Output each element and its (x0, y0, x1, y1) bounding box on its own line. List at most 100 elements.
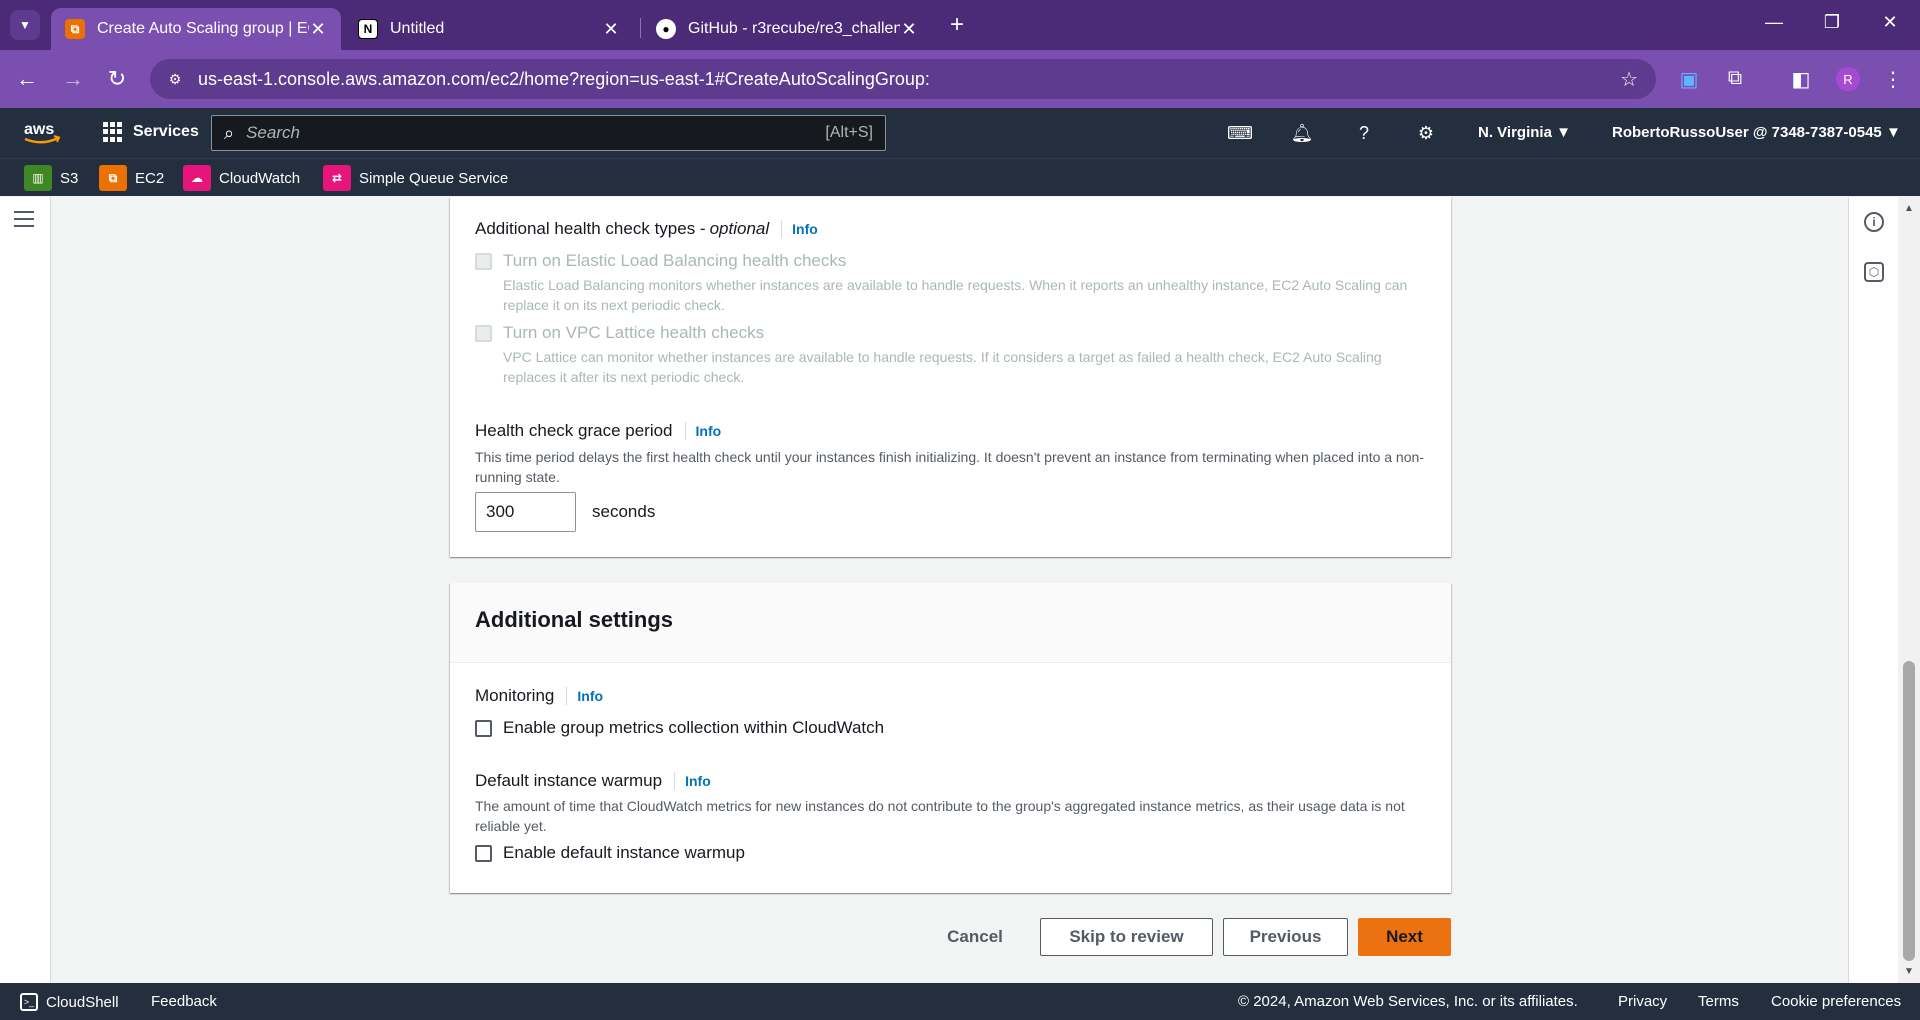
page-scrollbar[interactable]: ▲ ▼ (1898, 197, 1920, 983)
label-text: Health check grace period (475, 421, 673, 440)
tab-create-auto-scaling[interactable]: ⧉ Create Auto Scaling group | EC2 ✕ (51, 8, 341, 50)
privacy-link[interactable]: Privacy (1618, 993, 1667, 1010)
grace-period-label: Health check grace period Info (475, 421, 721, 441)
optional-text: optional (709, 219, 770, 238)
search-input[interactable]: ⌕ Search [Alt+S] (211, 115, 886, 151)
cloudshell-icon[interactable]: ⌨ (1227, 121, 1253, 145)
settings-gear-icon[interactable]: ⚙ (1414, 121, 1438, 145)
terms-link[interactable]: Terms (1698, 993, 1739, 1010)
favorite-cloudwatch[interactable]: ☁ CloudWatch (183, 165, 300, 191)
grace-period-input[interactable]: 300 (475, 492, 576, 532)
scroll-down-arrow-icon[interactable]: ▼ (1904, 966, 1914, 977)
elb-health-check-checkbox[interactable] (475, 253, 492, 270)
bookmark-star-icon[interactable]: ☆ (1620, 67, 1638, 92)
account-menu[interactable]: RobertoRussoUser @ 7348-7387-0545 ▼ (1612, 124, 1901, 141)
screen-capture-icon[interactable]: ▣ (1676, 67, 1702, 92)
favorite-label: S3 (60, 169, 79, 187)
window-close-icon[interactable]: ✕ (1878, 12, 1902, 33)
info-link[interactable]: Info (566, 687, 603, 705)
skip-to-review-button[interactable]: Skip to review (1040, 918, 1213, 956)
close-icon[interactable]: ✕ (602, 19, 620, 40)
vpc-lattice-checkbox[interactable] (475, 325, 492, 342)
favorite-label: CloudWatch (219, 169, 301, 187)
help-icon[interactable]: ? (1352, 121, 1376, 145)
notifications-bell-icon[interactable]: 🔔︎ (1290, 121, 1314, 145)
next-button[interactable]: Next (1358, 918, 1451, 956)
favorite-ec2[interactable]: ⧉ EC2 (99, 165, 164, 191)
info-link[interactable]: Info (781, 220, 818, 238)
health-checks-panel: Additional health check types - optional… (450, 197, 1451, 557)
group-metrics-label[interactable]: Enable group metrics collection within C… (503, 718, 884, 738)
grace-period-desc: This time period delays the first health… (475, 449, 1424, 485)
services-label: Services (133, 123, 199, 140)
reload-icon[interactable]: ↻ (104, 66, 130, 92)
favorite-label: Simple Queue Service (359, 169, 509, 187)
search-shortcut: [Alt+S] (825, 124, 873, 141)
s3-bucket-icon: ▥ (24, 165, 52, 191)
label-text: Additional health check types - (475, 219, 706, 238)
label-text: Monitoring (475, 686, 555, 705)
search-icon: ⌕ (224, 122, 235, 143)
cloudshell-label: CloudShell (46, 993, 119, 1011)
feedback-link[interactable]: Feedback (151, 993, 217, 1010)
tab-title: Create Auto Scaling group | EC2 (97, 20, 309, 37)
minimize-icon[interactable]: — (1762, 12, 1786, 33)
cookie-preferences-link[interactable]: Cookie preferences (1771, 993, 1901, 1010)
favorite-s3[interactable]: ▥ S3 (24, 165, 78, 191)
forward-arrow-icon[interactable]: → (60, 66, 86, 92)
tab-title: GitHub - r3recube/re3_challeng (688, 20, 900, 37)
scroll-thumb[interactable] (1903, 661, 1915, 961)
cloudshell-link[interactable]: >_ CloudShell (20, 993, 119, 1011)
extensions-puzzle-icon[interactable]: ⧉ (1722, 67, 1748, 90)
new-tab-plus-icon[interactable]: + (950, 12, 964, 38)
favorites-bar: ▥ S3 ⧉ EC2 ☁ CloudWatch ⇄ Simple Queue S… (0, 158, 1920, 196)
restore-icon[interactable]: ❐ (1820, 12, 1844, 33)
browser-toolbar: ← → ↻ ⚙ us-east-1.console.aws.amazon.com… (0, 50, 1920, 108)
elb-health-check-desc: Elastic Load Balancing monitors whether … (503, 277, 1408, 313)
close-icon[interactable]: ✕ (309, 19, 327, 40)
caret-down-icon: ▼ (1885, 124, 1901, 141)
info-link[interactable]: Info (684, 422, 721, 440)
previous-button[interactable]: Previous (1223, 918, 1348, 956)
side-panel-icon[interactable]: ◧ (1788, 67, 1814, 92)
ec2-icon: ⧉ (99, 165, 127, 191)
back-arrow-icon[interactable]: ← (14, 66, 40, 92)
favorite-sqs[interactable]: ⇄ Simple Queue Service (323, 165, 508, 191)
group-metrics-option: Enable group metrics collection within C… (475, 718, 884, 738)
tab-github[interactable]: ● GitHub - r3recube/re3_challeng ✕ (642, 8, 932, 50)
warmup-checkbox-label[interactable]: Enable default instance warmup (503, 843, 745, 863)
vpc-lattice-title: Turn on VPC Lattice health checks (503, 323, 765, 342)
caret-down-icon: ▼ (1556, 124, 1571, 141)
tab-list-chevron-icon[interactable]: ▼ (10, 10, 40, 40)
github-icon: ● (656, 19, 676, 39)
warmup-checkbox[interactable] (475, 845, 492, 862)
menu-kebab-icon[interactable]: ⋮ (1880, 67, 1906, 92)
info-link[interactable]: Info (674, 772, 711, 790)
close-icon[interactable]: ✕ (900, 19, 918, 40)
right-tools-rail: i ⬡ (1848, 197, 1898, 983)
group-metrics-checkbox[interactable] (475, 720, 492, 737)
region-selector[interactable]: N. Virginia ▼ (1478, 124, 1571, 141)
hexagon-tools-icon[interactable]: ⬡ (1864, 262, 1884, 282)
account-label: RobertoRussoUser @ 7348-7387-0545 (1612, 124, 1882, 141)
monitoring-label: Monitoring Info (475, 686, 603, 706)
scroll-up-arrow-icon[interactable]: ▲ (1904, 203, 1914, 214)
aws-logo[interactable]: aws (22, 118, 62, 148)
cancel-button[interactable]: Cancel (934, 918, 1016, 956)
tab-untitled[interactable]: N Untitled ✕ (344, 8, 634, 50)
search-placeholder: Search (246, 123, 300, 142)
profile-avatar[interactable]: R (1836, 67, 1860, 91)
notion-icon: N (358, 19, 378, 39)
site-settings-icon[interactable]: ⚙ (162, 66, 188, 92)
services-menu[interactable]: Services (103, 122, 199, 142)
grace-period-unit: seconds (592, 502, 656, 521)
region-label: N. Virginia (1478, 124, 1552, 141)
terminal-icon: >_ (20, 993, 38, 1011)
elb-health-check-option: Turn on Elastic Load Balancing health ch… (475, 251, 1425, 315)
grid-icon (103, 122, 123, 142)
info-panel-icon[interactable]: i (1864, 212, 1884, 232)
hamburger-menu-icon[interactable] (14, 211, 34, 227)
tab-title: Untitled (390, 20, 445, 37)
address-bar[interactable]: ⚙ us-east-1.console.aws.amazon.com/ec2/h… (150, 59, 1656, 99)
vpc-lattice-desc: VPC Lattice can monitor whether instance… (503, 349, 1382, 385)
